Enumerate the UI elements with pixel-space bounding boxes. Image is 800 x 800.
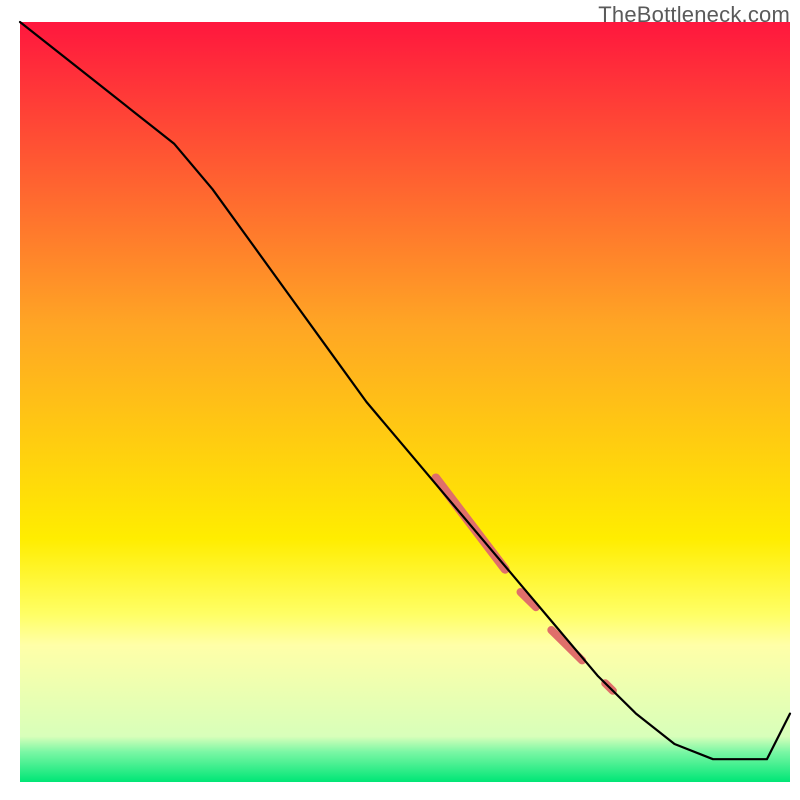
watermark-text: TheBottleneck.com bbox=[598, 2, 790, 28]
highlight-group bbox=[436, 478, 613, 691]
bottleneck-curve bbox=[20, 22, 790, 759]
highlight-segment bbox=[551, 630, 582, 660]
chart-overlay bbox=[20, 22, 790, 782]
chart-stage: TheBottleneck.com bbox=[0, 0, 800, 800]
